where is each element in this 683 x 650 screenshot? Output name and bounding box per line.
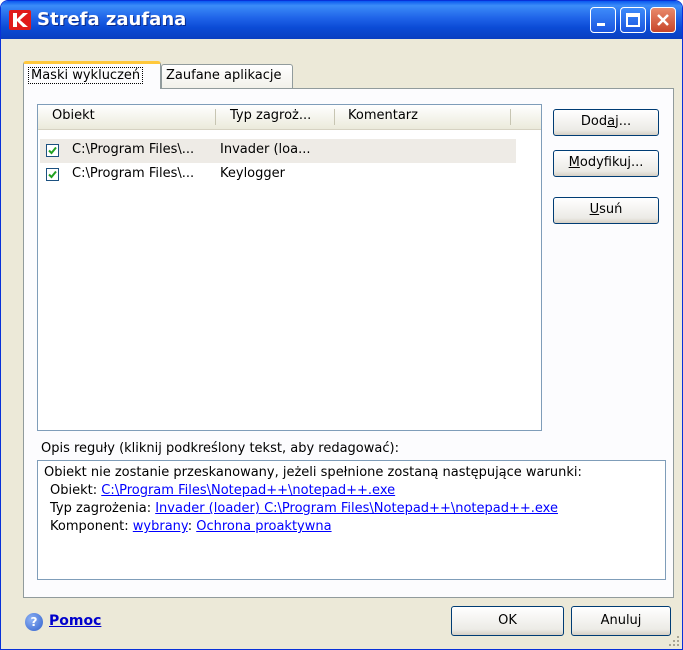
komponent-separator: :: [187, 519, 193, 534]
komponent-name-link[interactable]: Ochrona proaktywna: [196, 519, 331, 534]
ok-button[interactable]: OK: [451, 606, 564, 636]
row-checkbox[interactable]: [46, 144, 59, 157]
row-checkbox[interactable]: [46, 168, 59, 181]
list-header: Obiekt Typ zagroż... Komentarz: [38, 105, 541, 130]
column-separator[interactable]: [510, 109, 511, 125]
rule-description: Obiekt nie zostanie przeskanowany, jeżel…: [37, 460, 666, 580]
cell-obiekt: C:\Program Files\...: [72, 142, 195, 157]
typ-label: Typ zagrożenia:: [50, 501, 152, 516]
modify-button[interactable]: Modyfikuj...: [553, 150, 659, 177]
description-komponent-line: Komponent: wybrany: Ochrona proaktywna: [44, 518, 659, 536]
maximize-button[interactable]: [620, 7, 646, 33]
remove-button-label: Usuń: [589, 202, 623, 217]
cancel-button-label: Anuluj: [600, 613, 642, 628]
cancel-button[interactable]: Anuluj: [571, 606, 671, 636]
title-bar[interactable]: Strefa zaufana: [1, 1, 682, 39]
description-obiekt-line: Obiekt: C:\Program Files\Notepad++\notep…: [44, 482, 659, 500]
help-icon: ?: [25, 613, 43, 631]
help-link[interactable]: Pomoc: [49, 613, 101, 629]
typ-link[interactable]: Invader (loader) C:\Program Files\Notepa…: [155, 501, 558, 516]
modify-button-label: Modyfikuj...: [568, 155, 644, 170]
obiekt-label: Obiekt:: [50, 483, 98, 498]
tab-trusted-apps[interactable]: Zaufane aplikacje: [161, 64, 293, 88]
maximize-icon: [626, 13, 640, 27]
cell-obiekt: C:\Program Files\...: [72, 166, 195, 181]
description-intro: Obiekt nie zostanie przeskanowany, jeżel…: [44, 465, 582, 480]
kaspersky-logo-icon: [9, 10, 31, 30]
description-typ-line: Typ zagrożenia: Invader (loader) C:\Prog…: [44, 500, 659, 518]
komponent-scope-link[interactable]: wybrany: [133, 519, 188, 534]
close-button[interactable]: [650, 7, 676, 33]
resize-grip-icon[interactable]: [668, 635, 680, 647]
description-label: Opis reguły (kliknij podkreślony tekst, …: [41, 441, 399, 456]
minimize-button[interactable]: [590, 7, 616, 33]
komponent-label: Komponent:: [50, 519, 129, 534]
cell-typ: Keylogger: [220, 166, 285, 181]
column-header-komentarz[interactable]: Komentarz: [348, 108, 418, 123]
checkmark-icon: [48, 146, 57, 155]
tab-label: Maski wykluczeń: [28, 67, 144, 84]
remove-button[interactable]: Usuń: [553, 197, 659, 224]
column-header-obiekt[interactable]: Obiekt: [52, 108, 95, 123]
window-title: Strefa zaufana: [37, 9, 187, 30]
tab-label: Zaufane aplikacje: [166, 68, 282, 83]
tab-exclusion-masks[interactable]: Maski wykluczeń: [23, 61, 161, 89]
cell-typ: Invader (loa...: [220, 142, 311, 157]
add-button-label: Dodaj...: [580, 114, 632, 129]
minimize-icon: [597, 23, 605, 26]
add-button[interactable]: Dodaj...: [553, 109, 659, 136]
column-separator[interactable]: [334, 109, 335, 125]
table-row[interactable]: C:\Program Files\... Invader (loa...: [40, 139, 516, 163]
checkmark-icon: [48, 170, 57, 179]
close-icon: [657, 14, 669, 26]
table-row[interactable]: C:\Program Files\... Keylogger: [40, 163, 516, 187]
column-separator[interactable]: [215, 109, 216, 125]
column-header-typ[interactable]: Typ zagroż...: [230, 108, 311, 123]
ok-button-label: OK: [498, 613, 517, 628]
dialog-window: Strefa zaufana Maski wykluczeń Zaufane a…: [0, 0, 683, 650]
obiekt-link[interactable]: C:\Program Files\Notepad++\notepad++.exe: [101, 483, 395, 498]
exclusion-list[interactable]: Obiekt Typ zagroż... Komentarz C:\Progra…: [37, 104, 542, 431]
